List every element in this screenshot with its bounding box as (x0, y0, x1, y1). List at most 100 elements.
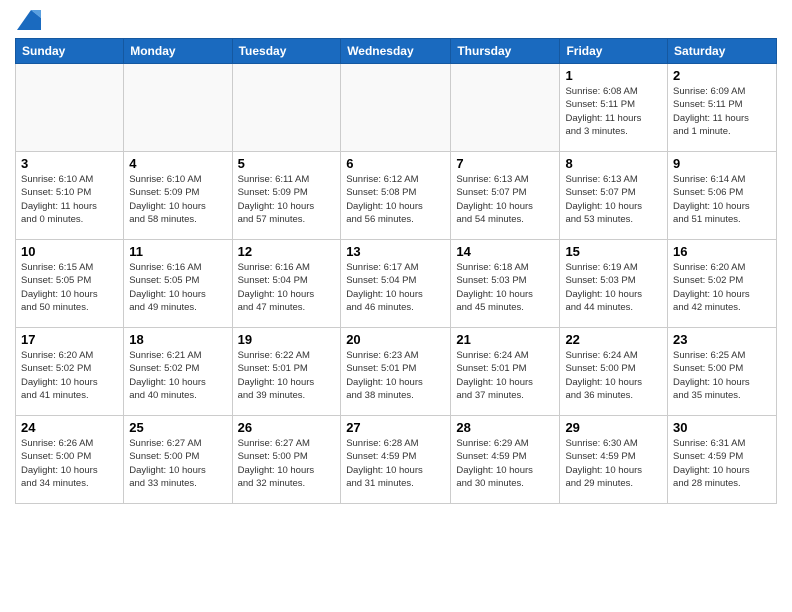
day-number: 19 (238, 332, 336, 347)
calendar-cell: 22 Sunrise: 6:24 AM Sunset: 5:00 PM Dayli… (560, 328, 668, 416)
calendar-cell: 3 Sunrise: 6:10 AM Sunset: 5:10 PM Daylig… (16, 152, 124, 240)
day-info: Sunrise: 6:20 AM Sunset: 5:02 PM Dayligh… (21, 349, 118, 402)
day-number: 16 (673, 244, 771, 259)
weekday-saturday: Saturday (668, 39, 777, 64)
day-number: 20 (346, 332, 445, 347)
day-info: Sunrise: 6:21 AM Sunset: 5:02 PM Dayligh… (129, 349, 226, 402)
day-info: Sunrise: 6:27 AM Sunset: 5:00 PM Dayligh… (129, 437, 226, 490)
day-number: 12 (238, 244, 336, 259)
day-info: Sunrise: 6:10 AM Sunset: 5:09 PM Dayligh… (129, 173, 226, 226)
day-info: Sunrise: 6:15 AM Sunset: 5:05 PM Dayligh… (21, 261, 118, 314)
day-info: Sunrise: 6:17 AM Sunset: 5:04 PM Dayligh… (346, 261, 445, 314)
day-info: Sunrise: 6:16 AM Sunset: 5:04 PM Dayligh… (238, 261, 336, 314)
day-info: Sunrise: 6:13 AM Sunset: 5:07 PM Dayligh… (456, 173, 554, 226)
day-info: Sunrise: 6:18 AM Sunset: 5:03 PM Dayligh… (456, 261, 554, 314)
day-number: 24 (21, 420, 118, 435)
day-info: Sunrise: 6:22 AM Sunset: 5:01 PM Dayligh… (238, 349, 336, 402)
day-number: 8 (565, 156, 662, 171)
calendar-table: SundayMondayTuesdayWednesdayThursdayFrid… (15, 38, 777, 504)
day-number: 2 (673, 68, 771, 83)
day-info: Sunrise: 6:24 AM Sunset: 5:01 PM Dayligh… (456, 349, 554, 402)
day-info: Sunrise: 6:28 AM Sunset: 4:59 PM Dayligh… (346, 437, 445, 490)
calendar-cell: 28Sunrise: 6:29 AM Sunset: 4:59 PM Dayli… (451, 416, 560, 504)
calendar-cell: 18 Sunrise: 6:21 AM Sunset: 5:02 PM Dayli… (124, 328, 232, 416)
day-info: Sunrise: 6:30 AM Sunset: 4:59 PM Dayligh… (565, 437, 662, 490)
weekday-header-row: SundayMondayTuesdayWednesdayThursdayFrid… (16, 39, 777, 64)
logo (15, 10, 43, 30)
day-number: 5 (238, 156, 336, 171)
week-row-1: 3 Sunrise: 6:10 AM Sunset: 5:10 PM Daylig… (16, 152, 777, 240)
day-info: Sunrise: 6:13 AM Sunset: 5:07 PM Dayligh… (565, 173, 662, 226)
day-info: Sunrise: 6:29 AM Sunset: 4:59 PM Dayligh… (456, 437, 554, 490)
day-info: Sunrise: 6:25 AM Sunset: 5:00 PM Dayligh… (673, 349, 771, 402)
calendar-cell (451, 64, 560, 152)
day-number: 23 (673, 332, 771, 347)
calendar-cell: 14Sunrise: 6:18 AM Sunset: 5:03 PM Dayli… (451, 240, 560, 328)
day-number: 30 (673, 420, 771, 435)
day-number: 17 (21, 332, 118, 347)
day-number: 6 (346, 156, 445, 171)
page: SundayMondayTuesdayWednesdayThursdayFrid… (0, 0, 792, 514)
calendar-cell (16, 64, 124, 152)
calendar-cell: 1 Sunrise: 6:08 AM Sunset: 5:11 PM Daylig… (560, 64, 668, 152)
day-number: 15 (565, 244, 662, 259)
calendar-cell (232, 64, 341, 152)
calendar-cell: 2 Sunrise: 6:09 AM Sunset: 5:11 PM Daylig… (668, 64, 777, 152)
calendar-cell (124, 64, 232, 152)
day-number: 11 (129, 244, 226, 259)
weekday-friday: Friday (560, 39, 668, 64)
calendar-cell: 10 Sunrise: 6:15 AM Sunset: 5:05 PM Dayli… (16, 240, 124, 328)
week-row-2: 10 Sunrise: 6:15 AM Sunset: 5:05 PM Dayli… (16, 240, 777, 328)
calendar-cell: 27 Sunrise: 6:28 AM Sunset: 4:59 PM Dayli… (341, 416, 451, 504)
calendar-cell: 26Sunrise: 6:27 AM Sunset: 5:00 PM Dayli… (232, 416, 341, 504)
day-info: Sunrise: 6:16 AM Sunset: 5:05 PM Dayligh… (129, 261, 226, 314)
calendar-cell: 20 Sunrise: 6:23 AM Sunset: 5:01 PM Dayli… (341, 328, 451, 416)
day-info: Sunrise: 6:20 AM Sunset: 5:02 PM Dayligh… (673, 261, 771, 314)
day-number: 22 (565, 332, 662, 347)
logo-icon (17, 10, 41, 30)
calendar-cell: 25Sunrise: 6:27 AM Sunset: 5:00 PM Dayli… (124, 416, 232, 504)
calendar-cell: 7 Sunrise: 6:13 AM Sunset: 5:07 PM Daylig… (451, 152, 560, 240)
day-info: Sunrise: 6:09 AM Sunset: 5:11 PM Dayligh… (673, 85, 771, 138)
day-number: 1 (565, 68, 662, 83)
calendar-cell: 23 Sunrise: 6:25 AM Sunset: 5:00 PM Dayli… (668, 328, 777, 416)
logo-text (15, 10, 43, 30)
day-number: 13 (346, 244, 445, 259)
day-info: Sunrise: 6:23 AM Sunset: 5:01 PM Dayligh… (346, 349, 445, 402)
calendar-cell: 5 Sunrise: 6:11 AM Sunset: 5:09 PM Daylig… (232, 152, 341, 240)
weekday-sunday: Sunday (16, 39, 124, 64)
calendar-cell: 16 Sunrise: 6:20 AM Sunset: 5:02 PM Dayli… (668, 240, 777, 328)
day-number: 27 (346, 420, 445, 435)
calendar-cell: 30 Sunrise: 6:31 AM Sunset: 4:59 PM Dayli… (668, 416, 777, 504)
day-info: Sunrise: 6:12 AM Sunset: 5:08 PM Dayligh… (346, 173, 445, 226)
day-number: 10 (21, 244, 118, 259)
day-info: Sunrise: 6:24 AM Sunset: 5:00 PM Dayligh… (565, 349, 662, 402)
day-number: 26 (238, 420, 336, 435)
calendar-cell: 15 Sunrise: 6:19 AM Sunset: 5:03 PM Dayli… (560, 240, 668, 328)
day-info: Sunrise: 6:19 AM Sunset: 5:03 PM Dayligh… (565, 261, 662, 314)
week-row-0: 1 Sunrise: 6:08 AM Sunset: 5:11 PM Daylig… (16, 64, 777, 152)
calendar-cell: 9Sunrise: 6:14 AM Sunset: 5:06 PM Daylig… (668, 152, 777, 240)
weekday-wednesday: Wednesday (341, 39, 451, 64)
calendar-cell: 21 Sunrise: 6:24 AM Sunset: 5:01 PM Dayli… (451, 328, 560, 416)
day-info: Sunrise: 6:11 AM Sunset: 5:09 PM Dayligh… (238, 173, 336, 226)
header (15, 10, 777, 30)
weekday-tuesday: Tuesday (232, 39, 341, 64)
day-info: Sunrise: 6:08 AM Sunset: 5:11 PM Dayligh… (565, 85, 662, 138)
day-info: Sunrise: 6:31 AM Sunset: 4:59 PM Dayligh… (673, 437, 771, 490)
calendar-cell: 6 Sunrise: 6:12 AM Sunset: 5:08 PM Daylig… (341, 152, 451, 240)
day-info: Sunrise: 6:10 AM Sunset: 5:10 PM Dayligh… (21, 173, 118, 226)
weekday-monday: Monday (124, 39, 232, 64)
day-number: 9 (673, 156, 771, 171)
calendar-cell: 29 Sunrise: 6:30 AM Sunset: 4:59 PM Dayli… (560, 416, 668, 504)
calendar-cell: 8 Sunrise: 6:13 AM Sunset: 5:07 PM Daylig… (560, 152, 668, 240)
calendar-cell: 24Sunrise: 6:26 AM Sunset: 5:00 PM Dayli… (16, 416, 124, 504)
weekday-thursday: Thursday (451, 39, 560, 64)
day-number: 18 (129, 332, 226, 347)
calendar-cell: 11 Sunrise: 6:16 AM Sunset: 5:05 PM Dayli… (124, 240, 232, 328)
day-number: 21 (456, 332, 554, 347)
day-number: 7 (456, 156, 554, 171)
calendar-cell: 12 Sunrise: 6:16 AM Sunset: 5:04 PM Dayli… (232, 240, 341, 328)
day-number: 29 (565, 420, 662, 435)
day-number: 3 (21, 156, 118, 171)
